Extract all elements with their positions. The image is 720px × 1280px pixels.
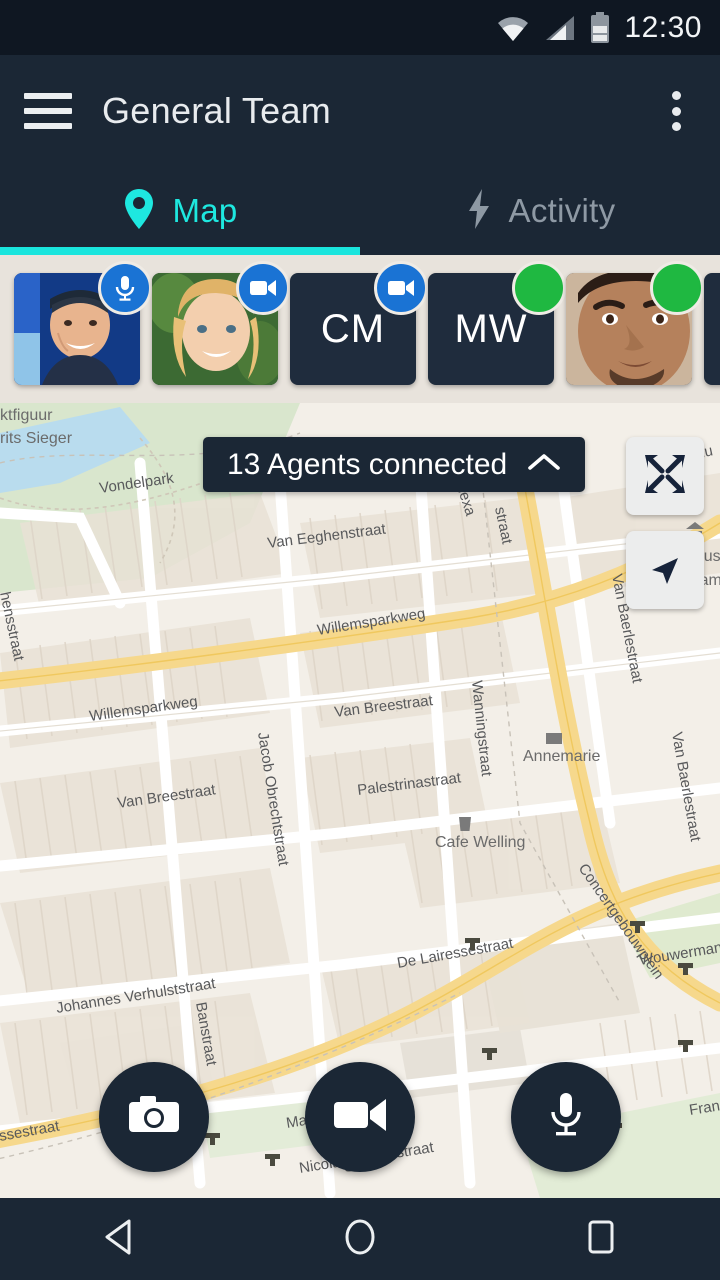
app-bar: General Team	[0, 55, 720, 167]
video-fab[interactable]	[305, 1062, 415, 1172]
status-bar: 12:30	[0, 0, 720, 55]
map-poi-label: Annemarie	[523, 748, 600, 765]
status-bar-clock: 12:30	[624, 11, 702, 45]
back-triangle-icon	[101, 1217, 139, 1262]
agent-avatar[interactable]	[566, 273, 692, 385]
battery-icon	[590, 12, 610, 44]
tab-bar: Map Activity	[0, 167, 720, 255]
avatar-initials: CM	[321, 307, 385, 352]
map-poi-label: Cafe Welling	[435, 834, 525, 851]
agent-avatar[interactable]: MW	[428, 273, 554, 385]
agent-avatar[interactable]	[14, 273, 140, 385]
expand-arrows-icon	[641, 450, 689, 503]
hamburger-menu-icon[interactable]	[24, 93, 72, 129]
camera-icon	[127, 1093, 181, 1142]
recents-button[interactable]	[540, 1198, 660, 1280]
agents-connected-pill[interactable]: 13 Agents connected	[203, 437, 585, 492]
agents-connected-label: 13 Agents connected	[227, 448, 507, 482]
recents-square-icon	[582, 1216, 618, 1263]
map-pin-icon	[122, 187, 156, 236]
agent-avatar[interactable]: CM	[290, 273, 416, 385]
map-poi-label: ktfiguur	[0, 407, 53, 424]
page-title: General Team	[102, 90, 331, 132]
chevron-up-icon	[527, 451, 561, 478]
agent-avatar-strip[interactable]: CM MW	[0, 255, 720, 403]
avatar: NF	[704, 273, 720, 385]
home-button[interactable]	[300, 1198, 420, 1280]
lightning-bolt-icon	[465, 187, 493, 236]
online-dot-badge-icon	[650, 261, 704, 315]
android-nav-bar	[0, 1198, 720, 1280]
tab-map[interactable]: Map	[0, 167, 360, 255]
microphone-fab[interactable]	[511, 1062, 621, 1172]
more-vertical-icon[interactable]	[656, 89, 696, 133]
expand-map-button[interactable]	[626, 437, 704, 515]
video-camera-badge-icon	[236, 261, 290, 315]
home-circle-icon	[340, 1216, 380, 1263]
tab-active-indicator	[0, 247, 360, 255]
map-poi-label: rits Sieger	[0, 430, 73, 447]
navigation-arrow-icon	[643, 546, 687, 595]
back-button[interactable]	[60, 1198, 180, 1280]
tab-activity-label: Activity	[509, 192, 616, 230]
microphone-badge-icon	[98, 261, 152, 315]
microphone-icon	[547, 1090, 585, 1145]
locate-me-button[interactable]	[626, 531, 704, 609]
agent-avatar[interactable]: NF	[704, 273, 720, 385]
camera-fab[interactable]	[99, 1062, 209, 1172]
agent-avatar[interactable]	[152, 273, 278, 385]
tab-activity[interactable]: Activity	[360, 167, 720, 255]
cellular-signal-icon	[544, 14, 576, 42]
avatar-initials: MW	[454, 307, 527, 352]
action-button-row	[0, 1062, 720, 1172]
tab-map-label: Map	[172, 192, 237, 230]
video-camera-badge-icon	[374, 261, 428, 315]
online-dot-badge-icon	[512, 261, 566, 315]
wifi-icon	[496, 14, 530, 42]
video-camera-icon	[332, 1095, 388, 1140]
app-screen: 12:30 General Team Map	[0, 0, 720, 1280]
